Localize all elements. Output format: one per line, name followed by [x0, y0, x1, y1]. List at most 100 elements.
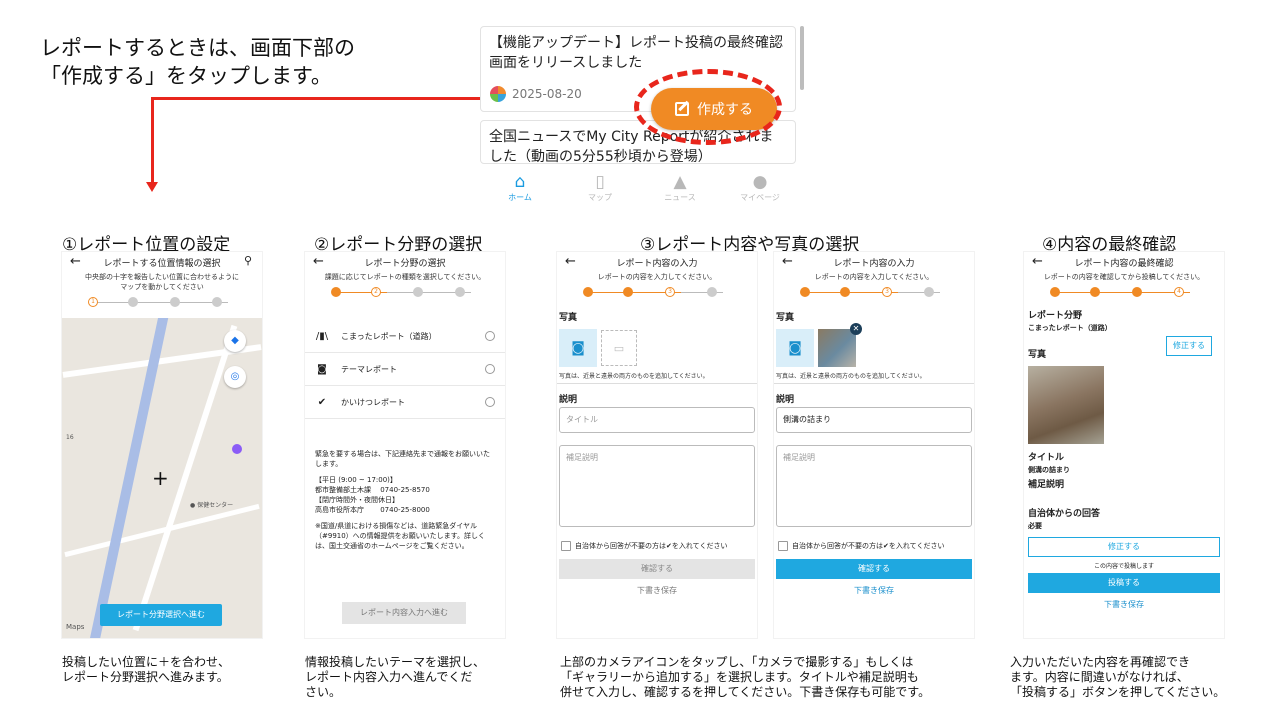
camera-icon: ◙ — [571, 340, 585, 356]
screen-header: ← レポート内容の最終確認 — [1024, 252, 1224, 272]
checkbox[interactable] — [561, 541, 571, 551]
stepper-dot — [924, 287, 934, 297]
guide-line-vertical — [151, 97, 154, 185]
highlight-circle — [634, 69, 782, 145]
image-placeholder-icon[interactable]: ▭ — [601, 330, 637, 366]
stepper-dot — [1050, 287, 1060, 297]
screen-subtitle: レポートの内容を入力してください。 — [597, 273, 717, 281]
screen-category: ← レポート分野の選択 課題に応じてレポートの種類を選択してください。 2 /▮… — [305, 252, 505, 638]
camera-button[interactable]: ◙ — [559, 329, 597, 367]
nav-home-label: ホーム — [508, 193, 532, 202]
crosshair-icon: + — [152, 466, 169, 490]
stepper-dot — [1132, 287, 1142, 297]
intro-line-1: レポートするときは、画面下部の — [40, 36, 355, 60]
caption-line: さい。 — [305, 685, 342, 699]
nav-news[interactable]: ▲ ニュース — [645, 172, 715, 203]
guide-arrow-down-icon — [146, 182, 158, 192]
radio-button[interactable] — [485, 364, 495, 374]
radio-button[interactable] — [485, 331, 495, 341]
edit-category-button[interactable]: 修正する — [1166, 336, 1212, 356]
progress-stepper: 1 — [88, 294, 236, 312]
back-arrow-icon[interactable]: ← — [1032, 254, 1043, 269]
progress-stepper: 4 — [1050, 284, 1198, 302]
detail-textarea[interactable]: 補足説明 — [776, 445, 972, 527]
next-content-button[interactable]: レポート内容入力へ進む — [342, 602, 466, 624]
category-label: テーマレポート — [341, 364, 397, 374]
confirm-button[interactable]: 確認する — [559, 559, 755, 579]
category-label: こまったレポート（道路） — [341, 331, 437, 341]
back-arrow-icon[interactable]: ← — [70, 254, 81, 269]
progress-stepper: 2 — [331, 284, 479, 302]
my-location-icon[interactable]: ◎ — [224, 366, 246, 388]
title-input[interactable]: 側溝の詰まり — [776, 407, 972, 433]
radio-button[interactable] — [485, 397, 495, 407]
save-draft-button[interactable]: 下書き保存 — [1024, 599, 1224, 610]
nav-home[interactable]: ⌂ ホーム — [485, 172, 555, 203]
checkbox[interactable] — [778, 541, 788, 551]
confirm-button[interactable]: 確認する — [776, 559, 972, 579]
screen-location: ← レポートする位置情報の選択 ⚲ 中央部の十字を報告したい位置に合わせるように… — [62, 252, 262, 638]
caption-step-1: 投稿したい位置に＋を合わせ、 レポート分野選択へ進みます。 — [62, 655, 230, 685]
stepper-dot — [840, 287, 850, 297]
caption-line: レポート分野選択へ進みます。 — [62, 670, 229, 684]
no-answer-checkbox-row[interactable]: 自治体から回答が不要の方は✔を入れてください — [557, 527, 757, 555]
description-label: 説明 — [559, 395, 578, 405]
search-icon[interactable]: ⚲ — [244, 254, 252, 267]
scrollbar[interactable] — [800, 26, 804, 90]
screen-subtitle: 中央部の十字を報告したい位置に合わせるように マップを動かしてください — [62, 272, 262, 292]
screen-title: レポートする位置情報の選択 — [103, 258, 221, 269]
edit-content-button[interactable]: 修正する — [1028, 537, 1220, 557]
stepper-dot — [800, 287, 810, 297]
stepper-dot: 3 — [882, 287, 892, 297]
screen-title: レポート分野の選択 — [364, 258, 446, 269]
no-answer-checkbox-row[interactable]: 自治体から回答が不要の方は✔を入れてください — [774, 527, 974, 555]
save-draft-button[interactable]: 下書き保存 — [557, 585, 757, 596]
note-text: 高島市役所本庁 0740-25-8000 — [315, 506, 430, 514]
back-arrow-icon[interactable]: ← — [782, 254, 793, 269]
nav-mypage[interactable]: ● マイページ — [725, 172, 795, 203]
category-option[interactable]: ✔ かいけつレポート — [305, 386, 505, 419]
remove-photo-icon[interactable]: ✕ — [850, 323, 862, 335]
category-option[interactable]: ◙ テーマレポート — [305, 353, 505, 386]
layers-icon[interactable]: ◆ — [224, 330, 246, 352]
app-logo-icon — [490, 86, 506, 102]
screen-header: ← レポート分野の選択 — [305, 252, 505, 272]
stepper-dot: 4 — [1174, 287, 1184, 297]
nav-map-label: マップ — [588, 193, 612, 202]
caption-line: 投稿したい位置に＋を合わせ、 — [62, 655, 231, 669]
camera-icon: ◙ — [788, 340, 802, 356]
photo-label: 写真 — [776, 313, 795, 323]
bell-icon: ▲ — [673, 172, 687, 192]
photo-thumbnail[interactable]: ✕ — [818, 323, 862, 367]
back-arrow-icon[interactable]: ← — [565, 254, 576, 269]
maps-attribution: Maps — [66, 623, 85, 631]
news-card-title: 【機能アップデート】レポート投稿の最終確認画面をリリースしました — [489, 35, 783, 71]
title-input[interactable]: タイトル — [559, 407, 755, 433]
camera-icon: ◙ — [317, 363, 327, 375]
camera-button[interactable]: ◙ — [776, 329, 814, 367]
map-view[interactable]: ◆ ◎ 16 ● 保健センター + レポート分野選択へ進む Maps — [62, 318, 262, 638]
caption-line: ます。内容に間違いがなければ、 — [1010, 670, 1189, 684]
caption-line: 上部のカメラアイコンをタップし、「カメラで撮影する」もしくは — [560, 655, 914, 669]
intro-line-2: 「作成する」をタップします。 — [40, 64, 332, 88]
stepper-line — [1058, 292, 1190, 293]
back-arrow-icon[interactable]: ← — [313, 254, 324, 269]
caption-step-2: 情報投稿したいテーマを選択し、 レポート内容入力へ進んでくだ さい。 — [305, 655, 485, 700]
caption-line: 入力いただいた内容を再確認でき — [1010, 655, 1191, 669]
caption-line: 「ギャラリーから追加する」を選択します。タイトルや補足説明も — [560, 670, 919, 684]
category-option[interactable]: /▮\ こまったレポート（道路） — [305, 320, 505, 353]
post-button[interactable]: 投稿する — [1028, 573, 1220, 593]
screen-header: ← レポート内容の入力 — [557, 252, 757, 272]
category-label: かいけつレポート — [341, 397, 405, 407]
subtitle-line: マップを動かしてください — [120, 283, 204, 291]
screen-subtitle: レポートの内容を確認してから投稿してください。 — [1043, 273, 1205, 281]
stepper-dot — [170, 297, 180, 307]
category-heading: レポート分野 — [1028, 311, 1083, 321]
save-draft-button[interactable]: 下書き保存 — [774, 585, 974, 596]
note-text: 【平日 (9:00 ~ 17:00)】 — [315, 476, 397, 484]
caption-line: 「投稿する」ボタンを押してください。 — [1010, 685, 1226, 699]
photo-row: ◙ ▭ — [557, 323, 757, 367]
detail-textarea[interactable]: 補足説明 — [559, 445, 755, 527]
nav-map[interactable]: ▯ マップ — [565, 172, 635, 203]
go-category-button[interactable]: レポート分野選択へ進む — [100, 604, 222, 626]
